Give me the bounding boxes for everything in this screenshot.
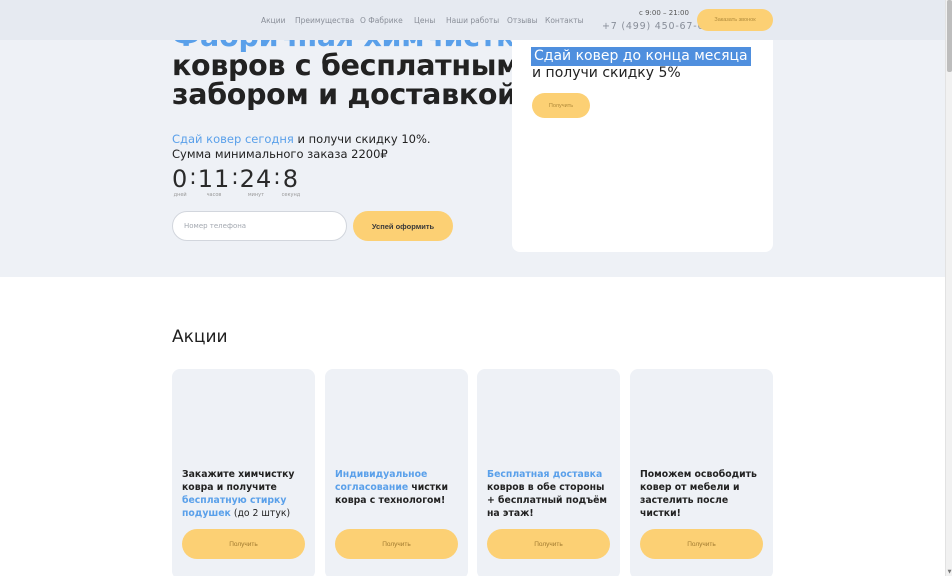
card-line: Поможем освободить xyxy=(640,469,757,480)
hero-title-line-2: ковров с бесплатным xyxy=(172,49,520,82)
timer-hours: 11 часов xyxy=(198,166,231,198)
card-line-highlight: Бесплатная доставка xyxy=(487,469,603,480)
card-text: Поможем освободить ковер от мебели и зас… xyxy=(640,468,768,520)
card-line: ковров в обе стороны xyxy=(487,482,605,493)
card-get-button[interactable]: Получить xyxy=(640,529,763,559)
card-line: Закажите химчистку xyxy=(182,469,295,480)
offer-text: и получи скидку 10%. xyxy=(293,132,431,146)
hero-section: Фабричная химчистка ковров с бесплатным … xyxy=(0,0,945,277)
timer-seconds: 8 секунд xyxy=(282,166,301,198)
card-line-highlight: подушек xyxy=(182,508,231,519)
card-line: ковер от мебели и xyxy=(640,482,740,493)
timer-separator: : xyxy=(189,165,197,190)
promo-subline: и получи скидку 5% xyxy=(532,65,681,81)
card-line: застелить после чистки! xyxy=(640,495,729,519)
card-line: на этаж! xyxy=(487,508,534,519)
timer-hours-label: часов xyxy=(206,192,222,198)
scrollbar-thumb[interactable] xyxy=(947,0,952,72)
promo-card-2: Индивидуальное согласование чистки ковра… xyxy=(325,369,468,576)
card-line-highlight: бесплатную стирку xyxy=(182,495,287,506)
card-line: (до 2 штук) xyxy=(230,508,291,519)
offer-highlight: Сдай ковер сегодня xyxy=(172,132,294,146)
card-line: + бесплатный подъём xyxy=(487,495,608,506)
card-get-button[interactable]: Получить xyxy=(182,529,305,559)
timer-minutes-label: минут xyxy=(247,192,265,198)
nav-link-contacts[interactable]: Контакты xyxy=(545,16,584,25)
card-line: чистки xyxy=(408,482,448,493)
timer-seconds-label: секунд xyxy=(281,192,301,198)
working-hours: с 9:00 – 21:00 xyxy=(639,9,689,17)
timer-days-value: 0 xyxy=(172,165,189,193)
timer-separator: : xyxy=(231,165,239,190)
phone-number-link[interactable]: +7 (499) 450-67-68 xyxy=(602,21,711,32)
offer-min-order: Сумма минимального заказа 2200₽ xyxy=(172,147,388,161)
card-line: ковра и получите xyxy=(182,482,277,493)
card-get-button[interactable]: Получить xyxy=(335,529,458,559)
nav-link-prices[interactable]: Цены xyxy=(414,16,435,25)
timer-separator: : xyxy=(273,165,281,190)
card-line-highlight: согласование xyxy=(335,482,409,493)
section-title: Акции xyxy=(172,327,228,347)
timer-seconds-value: 8 xyxy=(282,165,300,193)
timer-hours-value: 11 xyxy=(197,165,231,193)
page-scrollbar[interactable]: ▲ ▼ xyxy=(945,0,952,576)
phone-input[interactable] xyxy=(172,211,347,241)
card-text: Закажите химчистку ковра и получите бесп… xyxy=(182,468,310,520)
nav-link-advantages[interactable]: Преимущества xyxy=(295,16,354,25)
card-line-highlight: Индивидуальное xyxy=(335,469,428,480)
card-get-button[interactable]: Получить xyxy=(487,529,610,559)
countdown-timer: 0 дней : 11 часов : 24 минут : 8 секунд xyxy=(172,165,301,199)
hero-title-line-3: забором и доставкой xyxy=(172,78,517,111)
callback-button[interactable]: Заказать звонок xyxy=(697,9,773,31)
nav-link-about[interactable]: О Фабрике xyxy=(360,16,403,25)
timer-days-label: дней xyxy=(173,192,187,198)
card-text: Индивидуальное согласование чистки ковра… xyxy=(335,468,463,507)
timer-minutes-value: 24 xyxy=(239,165,273,193)
nav-link-works[interactable]: Наши работы xyxy=(446,16,499,25)
scroll-down-arrow-icon[interactable]: ▼ xyxy=(946,569,952,576)
promo-get-button[interactable]: Получить xyxy=(532,93,590,118)
timer-days: 0 дней xyxy=(172,166,188,198)
card-text: Бесплатная доставка ковров в обе стороны… xyxy=(487,468,615,520)
hero-offer: Сдай ковер сегодня и получи скидку 10%. … xyxy=(172,132,431,162)
promo-card-1: Закажите химчистку ковра и получите бесп… xyxy=(172,369,315,576)
top-navbar: Акции Преимущества О Фабрике Цены Наши р… xyxy=(0,0,945,40)
promo-card-4: Поможем освободить ковер от мебели и зас… xyxy=(630,369,773,576)
nav-link-reviews[interactable]: Отзывы xyxy=(507,16,538,25)
card-line: ковра с технологом! xyxy=(335,495,446,506)
timer-minutes: 24 минут xyxy=(240,166,273,198)
promo-headline: Сдай ковер до конца месяца xyxy=(531,47,751,66)
promo-card-3: Бесплатная доставка ковров в обе стороны… xyxy=(477,369,620,576)
nav-link-promotions[interactable]: Акции xyxy=(261,16,286,25)
submit-order-button[interactable]: Успей оформить xyxy=(353,211,453,241)
